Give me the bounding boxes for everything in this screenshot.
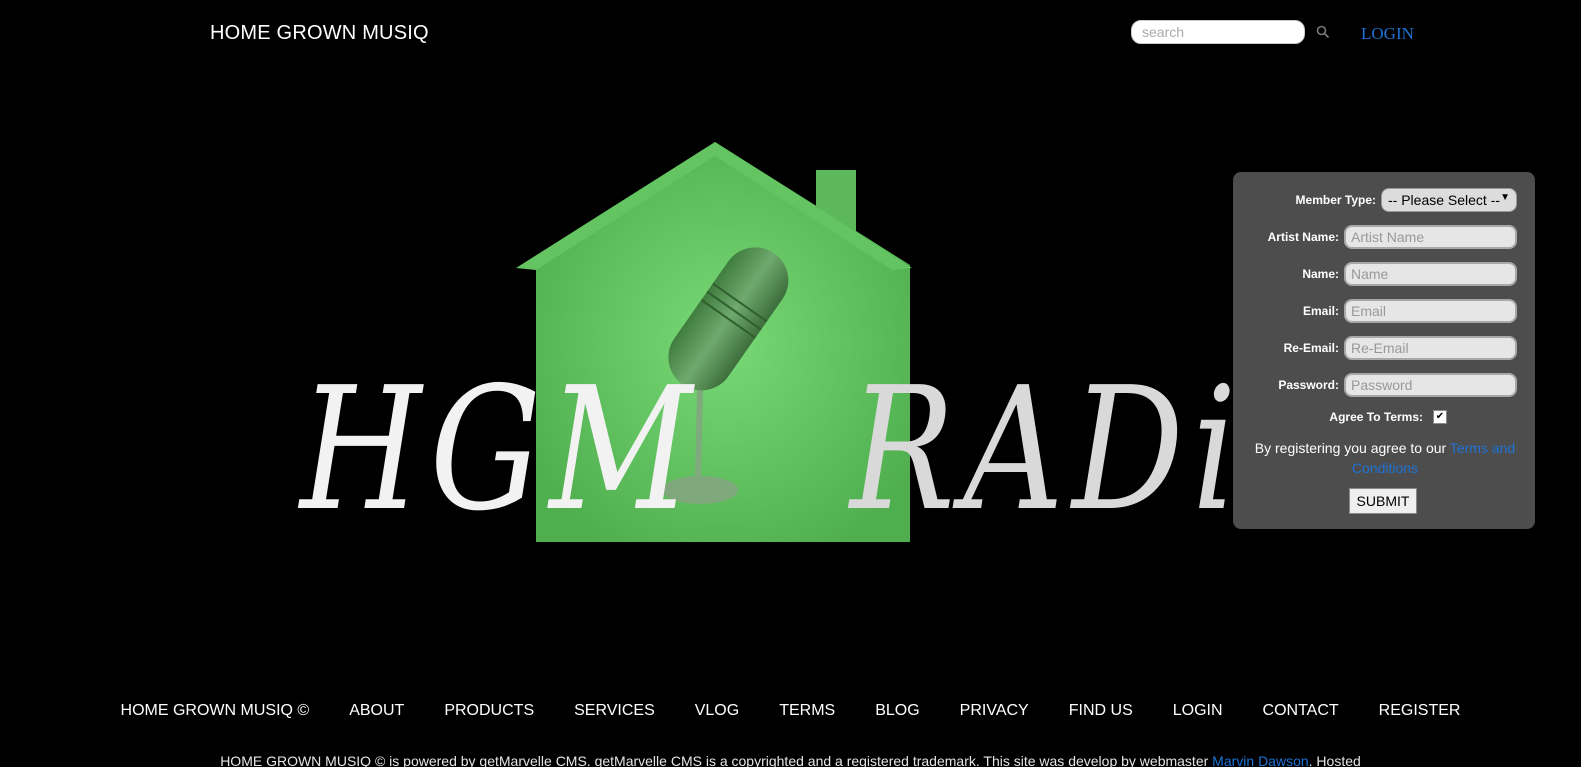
header-login-link[interactable]: LOGIN bbox=[1361, 24, 1414, 44]
member-type-selected: -- Please Select -- bbox=[1388, 192, 1501, 208]
name-label: Name: bbox=[1302, 267, 1339, 281]
password-label: Password: bbox=[1278, 378, 1339, 392]
email-row: Email: bbox=[1303, 299, 1517, 323]
agree-terms-row: Agree To Terms: ✔ bbox=[1329, 410, 1447, 424]
site-title[interactable]: HOME GROWN MUSIQ bbox=[210, 22, 429, 45]
footer-credit: HOME GROWN MUSIQ © is powered by getMarv… bbox=[0, 753, 1581, 767]
footer-link-privacy[interactable]: PRIVACY bbox=[960, 702, 1029, 720]
search-input[interactable] bbox=[1131, 20, 1305, 44]
re-email-row: Re-Email: bbox=[1284, 336, 1517, 360]
artist-name-row: Artist Name: bbox=[1268, 225, 1517, 249]
password-field[interactable] bbox=[1344, 373, 1517, 397]
re-email-field[interactable] bbox=[1344, 336, 1517, 360]
page: HOME GROWN MUSIQ LOGIN bbox=[0, 0, 1581, 767]
footer-link-products[interactable]: PRODUCTS bbox=[444, 702, 534, 720]
password-row: Password: bbox=[1278, 373, 1517, 397]
footer-credit-suffix: . Hosted bbox=[1308, 753, 1361, 767]
search-icon[interactable] bbox=[1316, 25, 1330, 39]
name-field[interactable] bbox=[1344, 262, 1517, 286]
footer-link-services[interactable]: SERVICES bbox=[574, 702, 655, 720]
logo-text-hgm: HGM bbox=[300, 351, 701, 549]
footer-link-about[interactable]: ABOUT bbox=[349, 702, 404, 720]
dropdown-arrow-icon: ▼ bbox=[1500, 192, 1510, 203]
footer-link-blog[interactable]: BLOG bbox=[875, 702, 919, 720]
footer-link-terms[interactable]: TERMS bbox=[779, 702, 835, 720]
footer-nav: HOME GROWN MUSIQ © ABOUT PRODUCTS SERVIC… bbox=[0, 702, 1581, 720]
footer-link-contact[interactable]: CONTACT bbox=[1263, 702, 1339, 720]
hgm-radio-logo: HGM RADiO bbox=[290, 130, 1359, 570]
terms-note: By registering you agree to our Terms an… bbox=[1249, 438, 1521, 478]
registration-panel: Member Type: -- Please Select -- ▼ Artis… bbox=[1233, 172, 1535, 529]
terms-note-text: By registering you agree to our bbox=[1254, 440, 1450, 456]
agree-terms-checkbox[interactable]: ✔ bbox=[1433, 410, 1447, 424]
member-type-select[interactable]: -- Please Select -- ▼ bbox=[1381, 188, 1517, 212]
footer-link-home[interactable]: HOME GROWN MUSIQ © bbox=[121, 702, 310, 720]
footer-link-login[interactable]: LOGIN bbox=[1173, 702, 1223, 720]
footer-credit-text: HOME GROWN MUSIQ © is powered by getMarv… bbox=[220, 753, 1213, 767]
webmaster-link[interactable]: Marvin Dawson bbox=[1212, 753, 1308, 767]
email-label: Email: bbox=[1302, 304, 1339, 318]
submit-button[interactable]: SUBMIT bbox=[1349, 488, 1417, 514]
member-type-label: Member Type: bbox=[1295, 193, 1376, 207]
footer-link-register[interactable]: REGISTER bbox=[1379, 702, 1461, 720]
search-box bbox=[1131, 20, 1305, 44]
footer-link-vlog[interactable]: VLOG bbox=[695, 702, 739, 720]
name-row: Name: bbox=[1302, 262, 1517, 286]
footer-link-find-us[interactable]: FIND US bbox=[1069, 702, 1133, 720]
artist-name-field[interactable] bbox=[1344, 225, 1517, 249]
email-field[interactable] bbox=[1344, 299, 1517, 323]
artist-name-label: Artist Name: bbox=[1267, 230, 1339, 244]
re-email-label: Re-Email: bbox=[1283, 341, 1339, 355]
agree-terms-label: Agree To Terms: bbox=[1329, 410, 1423, 424]
member-type-row: Member Type: -- Please Select -- ▼ bbox=[1296, 188, 1517, 212]
